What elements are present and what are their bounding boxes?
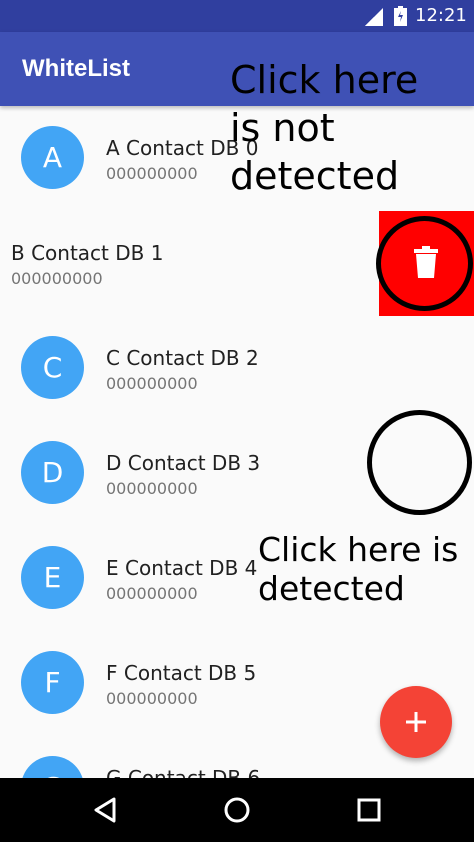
avatar: F: [21, 651, 84, 714]
avatar: G: [21, 756, 84, 778]
contact-name: D Contact DB 3: [106, 451, 261, 475]
plus-icon: [406, 712, 426, 732]
trash-icon[interactable]: [414, 246, 438, 278]
contact-number: 000000000: [106, 164, 198, 183]
navigation-bar: [0, 778, 474, 842]
annotation-detected-text: Click here is detected: [258, 530, 459, 608]
status-time: 12:21: [415, 5, 467, 26]
back-icon[interactable]: [92, 796, 120, 824]
contact-name: G Contact DB 6: [106, 766, 261, 778]
list-item[interactable]: C C Contact DB 2 000000000: [0, 316, 474, 421]
contact-number: 000000000: [106, 689, 198, 708]
home-icon[interactable]: [223, 796, 251, 824]
contact-name: B Contact DB 1: [11, 241, 164, 265]
contact-number: 000000000: [106, 479, 198, 498]
avatar: D: [21, 441, 84, 504]
avatar: C: [21, 336, 84, 399]
contact-name: F Contact DB 5: [106, 661, 257, 685]
contact-number: 000000000: [11, 269, 103, 288]
contact-name: C Contact DB 2: [106, 346, 259, 370]
annotation-circle-detected: [367, 410, 472, 515]
signal-icon: [365, 8, 383, 26]
contact-number: 000000000: [106, 374, 198, 393]
annotation-not-detected-text: Click here is not detected: [230, 58, 419, 198]
status-bar: 12:21: [0, 0, 474, 32]
avatar: A: [21, 126, 84, 189]
battery-icon: [394, 6, 407, 26]
avatar: E: [21, 546, 84, 609]
app-title: WhiteList: [22, 55, 130, 82]
contact-number: 000000000: [106, 584, 198, 603]
contact-name: E Contact DB 4: [106, 556, 258, 580]
add-contact-button[interactable]: [380, 686, 452, 758]
screen: 12:21 WhiteList A A Contact DB 0 0000000…: [0, 0, 474, 842]
recents-icon[interactable]: [355, 796, 383, 824]
